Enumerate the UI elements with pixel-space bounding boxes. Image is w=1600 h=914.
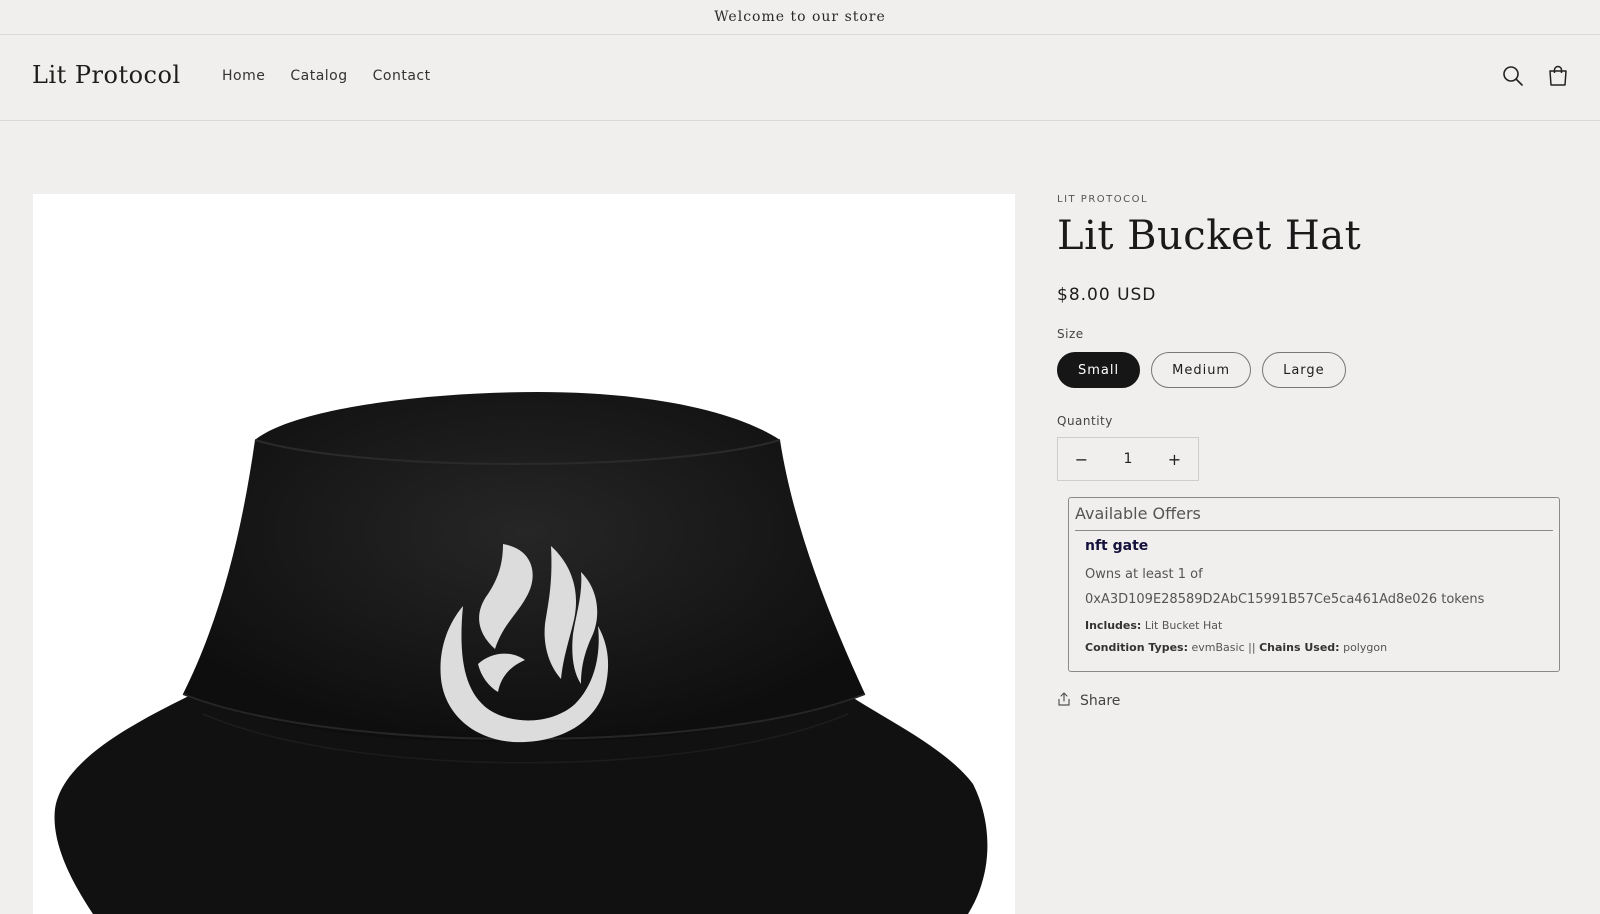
meta-separator: || bbox=[1248, 641, 1256, 654]
offers-title: Available Offers bbox=[1075, 504, 1553, 531]
main-nav: Home Catalog Contact bbox=[222, 68, 431, 84]
share-button[interactable]: Share bbox=[1057, 692, 1557, 710]
share-icon bbox=[1057, 692, 1071, 710]
nav-contact[interactable]: Contact bbox=[373, 68, 431, 84]
size-label: Size bbox=[1057, 327, 1084, 341]
chains-used-value: polygon bbox=[1343, 641, 1388, 654]
chains-used-label: Chains Used: bbox=[1259, 641, 1340, 654]
condition-types-value: evmBasic bbox=[1191, 641, 1245, 654]
includes-value: Lit Bucket Hat bbox=[1144, 619, 1223, 632]
size-options: Small Medium Large bbox=[1057, 352, 1557, 388]
offer-includes: Includes: Lit Bucket Hat bbox=[1085, 615, 1553, 637]
offer-name: nft gate bbox=[1085, 538, 1149, 554]
product-image bbox=[54, 392, 988, 914]
announcement-text: Welcome to our store bbox=[714, 9, 886, 25]
share-label: Share bbox=[1080, 693, 1121, 709]
product-vendor: LIT PROTOCOL bbox=[1057, 194, 1149, 205]
nav-catalog[interactable]: Catalog bbox=[290, 68, 347, 84]
quantity-stepper: − + bbox=[1057, 437, 1199, 481]
product-media[interactable] bbox=[33, 194, 1015, 914]
quantity-increase-button[interactable]: + bbox=[1151, 437, 1198, 481]
offer-conditions: Condition Types: evmBasic || Chains Used… bbox=[1085, 637, 1553, 659]
store-logo[interactable]: Lit Protocol bbox=[32, 61, 181, 89]
search-icon[interactable] bbox=[1500, 63, 1526, 89]
quantity-input[interactable] bbox=[1106, 450, 1150, 468]
announcement-bar: Welcome to our store bbox=[0, 0, 1600, 35]
available-offers-panel: Available Offers nft gate Owns at least … bbox=[1068, 497, 1560, 672]
offer-description: Owns at least 1 of 0xA3D109E28589D2AbC15… bbox=[1085, 567, 1485, 607]
condition-types-label: Condition Types: bbox=[1085, 641, 1189, 654]
quantity-label: Quantity bbox=[1057, 414, 1113, 428]
includes-label: Includes: bbox=[1085, 619, 1142, 632]
product-title: Lit Bucket Hat bbox=[1057, 213, 1362, 259]
quantity-decrease-button[interactable]: − bbox=[1058, 437, 1105, 481]
product-info: LIT PROTOCOL Lit Bucket Hat $8.00 USD Si… bbox=[1057, 194, 1560, 710]
size-option-large[interactable]: Large bbox=[1262, 352, 1346, 388]
product-price: $8.00 USD bbox=[1057, 285, 1157, 305]
size-option-medium[interactable]: Medium bbox=[1151, 352, 1252, 388]
nav-home[interactable]: Home bbox=[222, 68, 265, 84]
cart-icon[interactable] bbox=[1545, 63, 1571, 89]
site-header: Lit Protocol Home Catalog Contact bbox=[0, 35, 1600, 121]
size-option-small[interactable]: Small bbox=[1057, 352, 1141, 388]
